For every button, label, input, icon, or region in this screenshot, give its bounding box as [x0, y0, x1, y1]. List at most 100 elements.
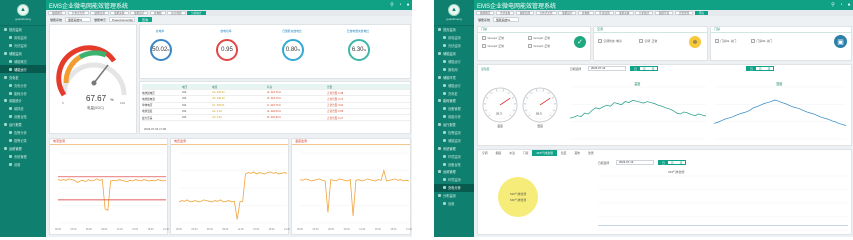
sidebar-item[interactable]: 系统管理 — [0, 152, 46, 160]
tab[interactable]: 储能监测 — [90, 10, 109, 16]
sidebar-item[interactable]: 环境监测 — [434, 152, 474, 160]
sidebar-item[interactable]: 用电监测 — [0, 34, 46, 42]
sidebar-item[interactable]: 运维管理 — [0, 144, 46, 152]
sidebar-item[interactable]: 能耗分析 — [0, 89, 46, 97]
gauge-panel: 0 100 67.67 % 电量(SOC) — [49, 24, 137, 134]
sidebar-item-icon — [443, 202, 446, 206]
tab[interactable]: 综合能效 — [167, 10, 186, 16]
metric-unit: % — [297, 48, 301, 52]
sidebar-item[interactable]: 储能运行 — [434, 58, 474, 66]
sidebar-item[interactable]: 储能监测 — [434, 50, 474, 58]
sidebar-item[interactable]: 设备管理 — [434, 105, 474, 113]
bell-icon[interactable]: ◔ — [837, 2, 845, 8]
tab[interactable]: 储能运行 — [130, 10, 149, 16]
tab[interactable]: 分布式光伏 — [67, 10, 89, 16]
temp-gauge-value: 26.3 — [496, 111, 502, 115]
sidebar-item[interactable]: 碳排放 — [0, 105, 46, 113]
sidebar-item[interactable]: 储能概况 — [0, 58, 46, 66]
sidebar-item[interactable]: 设置 — [434, 200, 474, 208]
sidebar-item-label: 设置 — [448, 202, 455, 207]
tab[interactable]: 环境 — [694, 10, 708, 16]
logo-text: guanlimeng — [446, 17, 462, 21]
sidebar-item[interactable]: 充电桩 — [434, 89, 474, 97]
sidebar-item[interactable]: 运维管理 — [434, 168, 474, 176]
sidebar-item[interactable]: 微电网 — [434, 65, 474, 73]
unit-select[interactable]: PowerConvert(k) — [109, 17, 136, 22]
sidebar-item-label: 储能运行 — [448, 83, 461, 88]
sidebar-item[interactable]: 设置 — [0, 160, 46, 168]
sidebar-item[interactable]: 告警分析 — [0, 129, 46, 137]
sidebar-item-label: 设备管理 — [448, 107, 461, 112]
table-cell: Ua: 0.04 — [212, 109, 222, 113]
sidebar-item[interactable]: 告警监测 — [434, 129, 474, 137]
sidebar-item-icon — [9, 154, 12, 158]
data-table-panel: 电压 电流 有功 告警 电池组电压 V/A Ua: 406.61 Ia: 424.70 A 正常… — [139, 81, 411, 134]
sidebar-item[interactable]: 充电桩 — [0, 73, 46, 81]
sidebar-item-icon — [438, 99, 441, 103]
tab[interactable]: 储能系统 — [110, 10, 129, 16]
sidebar-item[interactable]: 用电监测 — [434, 34, 474, 42]
metrics-panel: 充电率 50.02% 放电功率 0.95 日储能充放电比 0.80% 日放电量充放电比 6.3… — [139, 24, 411, 79]
sidebar-item-label: 充电桩 — [9, 75, 19, 80]
tab[interactable]: 储能环境 — [654, 10, 674, 16]
tab[interactable]: 储能运行 — [558, 10, 577, 16]
sidebar-item[interactable]: 运行报表 — [434, 121, 474, 129]
sidebar-item-icon — [9, 162, 12, 166]
bell-icon[interactable]: ◔ — [396, 2, 404, 8]
sidebar-item[interactable]: 系统管理 — [434, 144, 474, 152]
sidebar-item[interactable]: 光伏监测 — [434, 42, 474, 50]
sidebar-item[interactable]: 充电分析 — [434, 183, 474, 192]
sidebar-item[interactable]: 用能分析 — [434, 113, 474, 121]
logo: ▲ guanlimeng — [0, 0, 46, 26]
sidebar-item[interactable]: 储能监测 — [434, 136, 474, 144]
sidebar-item[interactable]: 环境监测 — [434, 176, 474, 184]
tab[interactable]: 充电桩 — [149, 10, 166, 16]
sidebar-item[interactable]: 首页监测 — [0, 26, 46, 34]
sidebar-item[interactable]: 设备台账 — [0, 113, 46, 121]
tab[interactable]: 告警管理 — [674, 10, 694, 16]
user-icon[interactable]: ● — [845, 2, 853, 8]
sidebar-item[interactable]: 首页监测 — [434, 26, 474, 34]
table-header-cell: 电压 — [182, 85, 188, 89]
table-cell: 单体电压 — [142, 104, 153, 108]
system-select[interactable]: 储能系统#1 — [493, 17, 520, 22]
x-tick-label: 15:00 — [253, 228, 260, 231]
query-button[interactable]: 查询 — [138, 17, 153, 22]
search-icon[interactable]: ⚲ — [388, 2, 396, 8]
tab[interactable]: 环境监测 — [595, 10, 614, 16]
tab[interactable]: 储能系统 — [615, 10, 634, 16]
sidebar-item[interactable]: 报警记录 — [0, 136, 46, 144]
tab[interactable]: 分布式光伏 — [535, 10, 557, 16]
sidebar-item-label: 运行报表 — [443, 123, 456, 128]
filter-label-unit: 储能单元 — [94, 17, 107, 22]
tab[interactable]: 充电桩 — [577, 10, 594, 16]
tab[interactable]: 储能概况 — [476, 10, 495, 16]
sidebar-item-icon — [4, 75, 7, 79]
sidebar-item[interactable]: 充电分析 — [0, 81, 46, 89]
x-tick-label: 18:00 — [148, 228, 155, 231]
sidebar-item[interactable]: 分布监测 — [434, 192, 474, 200]
sidebar-item[interactable]: 运行报表 — [0, 121, 46, 129]
tab[interactable]: 分析统计 — [187, 10, 206, 16]
user-icon[interactable]: ● — [404, 2, 412, 8]
sidebar-item[interactable]: 储能监测 — [0, 50, 46, 58]
tab[interactable]: 光伏发电 — [495, 10, 515, 16]
system-select[interactable]: 储能系统#1 — [65, 17, 92, 22]
tab[interactable]: 分析统计 — [635, 10, 654, 16]
sidebar-item[interactable]: 能耗管理 — [434, 97, 474, 105]
sidebar-item[interactable]: 储能环境 — [434, 73, 474, 81]
access-panel: 门禁 门禁#1: 关门 门禁#2: 关门 ▣ — [710, 26, 852, 61]
sidebar-item[interactable]: 光伏监测 — [0, 42, 46, 50]
metric-value: 6.30 — [351, 47, 364, 53]
sidebar-item-label: 分布监测 — [443, 194, 456, 199]
x-tick-label: 12:00 — [117, 228, 124, 231]
table-cell: 最大压差 — [142, 116, 153, 120]
sidebar-item[interactable]: 用能统计 — [0, 97, 46, 105]
tab[interactable]: 储能概况 — [48, 10, 67, 16]
sidebar-item[interactable]: 储能运行 — [434, 81, 474, 89]
sidebar-item[interactable]: 设备台账 — [434, 160, 474, 168]
sidebar-item[interactable]: 储能运行 — [0, 65, 46, 74]
tab[interactable]: 储能监测 — [515, 10, 535, 16]
search-icon[interactable]: ⚲ — [829, 2, 837, 8]
gauge-value: 67.67 — [86, 94, 107, 103]
